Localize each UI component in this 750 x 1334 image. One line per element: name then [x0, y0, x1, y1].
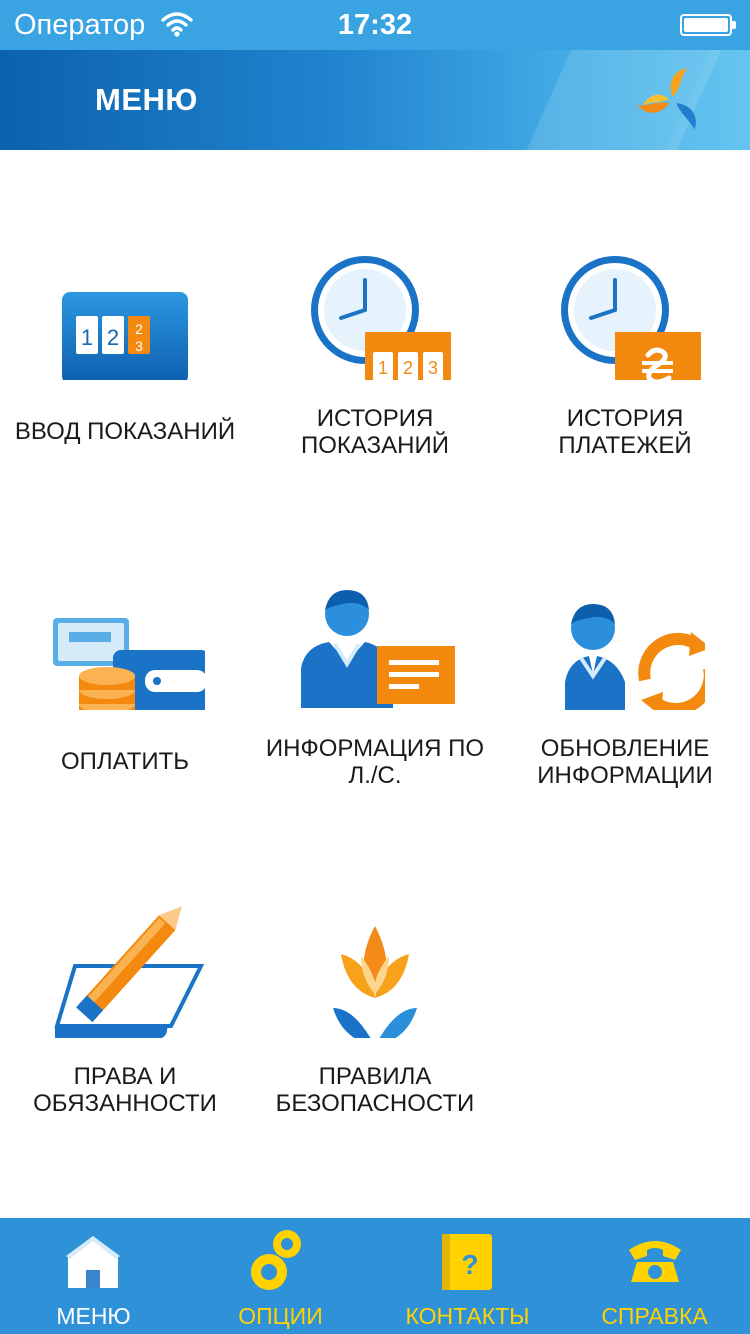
phone-icon: [629, 1241, 681, 1282]
svg-text:3: 3: [135, 338, 143, 354]
tab-help[interactable]: СПРАВКА: [561, 1218, 748, 1334]
menu-item-label-line: ОБЯЗАННОСТИ: [33, 1090, 217, 1117]
menu-item-label: ВВОД ПОКАЗАНИЙ: [14, 418, 236, 445]
svg-text:2: 2: [107, 325, 119, 350]
menu-item-label-line: ПОКАЗАНИЙ: [301, 432, 449, 459]
menu-item-safety-rules[interactable]: ПРАВИЛА БЕЗОПАСНОСТИ: [250, 838, 500, 1138]
menu-item-label: ОПЛАТИТЬ: [60, 748, 190, 775]
tab-label: КОНТАКТЫ: [405, 1303, 530, 1329]
menu-item-rights-duties[interactable]: ПРАВА И ОБЯЗАННОСТИ: [0, 838, 250, 1138]
menu-item-label: ИНФОРМАЦИЯ ПО Л./С.: [255, 735, 495, 789]
svg-text:1: 1: [378, 358, 388, 378]
flame-flower-icon: [333, 926, 417, 1038]
wallet-coins-icon: [53, 618, 205, 710]
clock-hryvnia-icon: [561, 256, 701, 380]
menu-item-label-line: ИНФОРМАЦИИ: [537, 762, 713, 789]
menu-item-label: ПРАВИЛА БЕЗОПАСНОСТИ: [255, 1063, 495, 1117]
svg-text:3: 3: [428, 358, 438, 378]
menu-item-label: ПРАВА И ОБЯЗАННОСТИ: [5, 1063, 245, 1117]
menu-item-label: ИСТОРИЯ ПОКАЗАНИЙ: [255, 405, 495, 459]
meter-counter-icon: 1 2 2 3: [62, 292, 188, 380]
menu-item-label-line: ИНФОРМАЦИЯ ПО: [265, 735, 485, 762]
tab-options[interactable]: ОПЦИИ: [187, 1218, 374, 1334]
person-refresh-icon: [565, 604, 705, 710]
svg-text:?: ?: [461, 1249, 478, 1280]
brand-logo-icon[interactable]: [636, 64, 710, 138]
contacts-book-icon: ?: [442, 1234, 492, 1290]
page-title: МЕНЮ: [95, 82, 198, 117]
svg-text:1: 1: [81, 325, 93, 350]
svg-text:2: 2: [135, 321, 143, 337]
gears-icon: [251, 1230, 301, 1290]
pencil-document-icon: [54, 906, 205, 1038]
status-time: 17:32: [337, 9, 413, 41]
home-icon: [66, 1236, 120, 1288]
menu-item-payment-history[interactable]: ИСТОРИЯ ПЛАТЕЖЕЙ: [500, 180, 750, 480]
clock-counter-icon: 1 2 3: [311, 256, 451, 380]
battery-icon: [680, 14, 736, 36]
tab-label: СПРАВКА: [601, 1303, 708, 1329]
menu-item-label-line: ОБНОВЛЕНИЕ: [540, 735, 710, 762]
menu-item-label-line: ИСТОРИЯ: [566, 405, 684, 432]
tab-label: МЕНЮ: [56, 1303, 131, 1329]
menu-item-label: ИСТОРИЯ ПЛАТЕЖЕЙ: [505, 405, 745, 459]
menu-item-label-line: ПРАВА И: [73, 1063, 177, 1090]
menu-item-label: ОБНОВЛЕНИЕ ИНФОРМАЦИИ: [505, 735, 745, 789]
menu-item-meter-input[interactable]: 1 2 2 3 ВВОД ПОКАЗАНИЙ: [0, 180, 250, 480]
menu-item-update-info[interactable]: ОБНОВЛЕНИЕ ИНФОРМАЦИИ: [500, 510, 750, 810]
person-card-icon: [301, 590, 455, 708]
menu-item-label-line: ИСТОРИЯ: [316, 405, 434, 432]
menu-item-label-line: Л./С.: [348, 762, 402, 789]
menu-item-label-line: ПЛАТЕЖЕЙ: [558, 432, 692, 459]
menu-item-meter-history[interactable]: 1 2 3 ИСТОРИЯ ПОКАЗАНИЙ: [250, 180, 500, 480]
menu-item-label-line: БЕЗОПАСНОСТИ: [275, 1090, 475, 1117]
tab-bar: МЕНЮ ОПЦИИ ? КОНТАКТЫ СПРАВКА: [0, 1218, 750, 1334]
tab-label: ОПЦИИ: [238, 1303, 323, 1329]
menu-item-label-line: ПРАВИЛА: [318, 1063, 432, 1090]
status-bar: Оператор 17:32: [0, 0, 750, 50]
tab-contacts[interactable]: ? КОНТАКТЫ: [374, 1218, 561, 1334]
menu-item-account-info[interactable]: ИНФОРМАЦИЯ ПО Л./С.: [250, 510, 500, 810]
svg-text:2: 2: [403, 358, 413, 378]
tab-menu[interactable]: МЕНЮ: [0, 1218, 187, 1334]
menu-item-pay[interactable]: ОПЛАТИТЬ: [0, 510, 250, 810]
